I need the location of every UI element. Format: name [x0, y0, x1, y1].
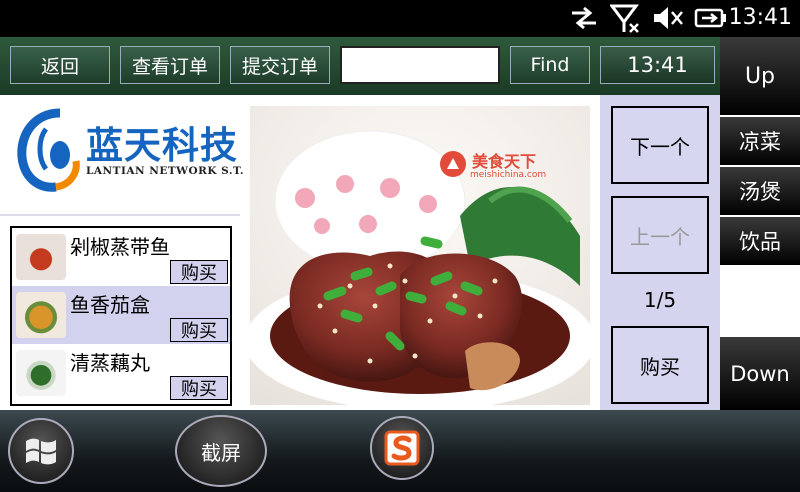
sogou-s-icon	[384, 430, 420, 466]
category-sidebar: Up 凉菜 汤煲 饮品 Down	[720, 37, 800, 410]
category-drinks[interactable]: 饮品	[720, 217, 800, 265]
page-indicator: 1/5	[643, 288, 677, 312]
previous-dish-button[interactable]: 上一个	[611, 196, 709, 274]
buy-button[interactable]: 购买	[170, 376, 228, 400]
logo-divider	[0, 214, 240, 216]
app-toolbar: 返回 查看订单 提交订单 Find 13:41	[0, 37, 720, 95]
back-button[interactable]: 返回	[10, 46, 110, 84]
scroll-down-button[interactable]: Down	[720, 337, 800, 410]
windows-logo-icon	[26, 438, 56, 465]
view-order-button[interactable]: 查看订单	[120, 46, 220, 84]
dish-thumbnail	[16, 292, 66, 338]
list-item[interactable]: 清蒸藕丸 购买	[12, 344, 230, 402]
brand-subtitle: LANTIAN NETWORK S.T.	[86, 165, 245, 177]
find-button[interactable]: Find	[510, 46, 590, 84]
buy-current-dish-button[interactable]: 购买	[611, 326, 709, 404]
next-dish-button[interactable]: 下一个	[611, 106, 709, 184]
no-signal-icon	[609, 4, 642, 38]
toolbar-clock: 13:41	[600, 46, 715, 84]
dish-nav-panel: 下一个 上一个 1/5 购买	[600, 95, 720, 410]
dish-list: 剁椒蒸带鱼 购买 鱼香茄盒 购买 清蒸藕丸 购买	[10, 226, 232, 406]
main-content: 蓝天科技 LANTIAN NETWORK S.T. 剁椒蒸带鱼 购买 鱼香茄盒 …	[0, 95, 720, 411]
dish-thumbnail	[16, 234, 66, 280]
category-cold-dishes[interactable]: 凉菜	[720, 117, 800, 165]
brand-name: 蓝天科技	[86, 124, 238, 167]
windows-start-button[interactable]	[8, 418, 74, 484]
scroll-up-button[interactable]: Up	[720, 37, 800, 115]
buy-button[interactable]: 购买	[170, 318, 228, 342]
status-bar: 13:41	[0, 0, 800, 37]
dish-name: 鱼香茄盒	[70, 293, 150, 317]
list-item[interactable]: 剁椒蒸带鱼 购买	[12, 228, 230, 286]
list-item-selected[interactable]: 鱼香茄盒 购买	[12, 286, 230, 344]
photo-watermark-url: meishichina.com	[470, 170, 547, 180]
search-input[interactable]	[340, 46, 500, 84]
volume-muted-icon	[652, 4, 684, 36]
status-clock: 13:41	[728, 5, 792, 30]
buy-button[interactable]: 购买	[170, 260, 228, 284]
dish-name: 剁椒蒸带鱼	[70, 235, 170, 259]
dish-photo: 美食天下 meishichina.com	[245, 106, 595, 411]
braised-pork-image	[245, 106, 595, 411]
battery-charging-icon	[694, 4, 728, 36]
screenshot-button[interactable]: 截屏	[175, 415, 267, 487]
dish-thumbnail	[16, 350, 66, 396]
taskbar: 截屏	[0, 410, 800, 492]
photo-watermark: 美食天下	[472, 152, 537, 171]
brand-mark-icon	[17, 108, 80, 192]
category-soups[interactable]: 汤煲	[720, 167, 800, 215]
dish-name: 清蒸藕丸	[70, 351, 150, 375]
company-logo: 蓝天科技 LANTIAN NETWORK S.T.	[0, 95, 244, 215]
data-transfer-icon	[568, 4, 600, 36]
sogou-input-button[interactable]	[370, 416, 434, 480]
submit-order-button[interactable]: 提交订单	[230, 46, 330, 84]
